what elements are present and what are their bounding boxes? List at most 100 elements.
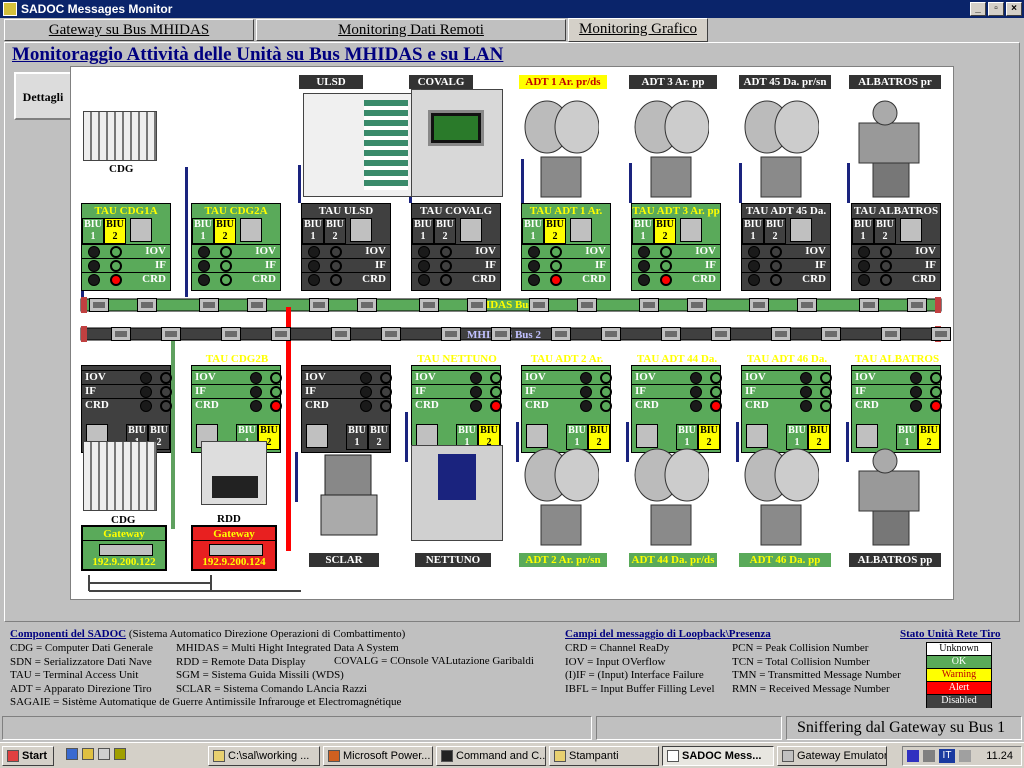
- biu-2[interactable]: BIU 2: [324, 218, 346, 244]
- status-indicator: [690, 386, 702, 398]
- tau-bottom-7[interactable]: TAU ALBATROS IOV IF CRD BIU 1 BIU 2: [851, 353, 942, 453]
- tau-bottom-5[interactable]: TAU ADT 44 Da. IOV IF CRD BIU 1 BIU 2: [631, 353, 722, 453]
- biu-1[interactable]: BIU1: [412, 218, 434, 244]
- device-label-ulsd: ULSD: [299, 75, 363, 89]
- tau-row-iov: IOV: [632, 244, 720, 258]
- bus-connector: [467, 298, 487, 312]
- tau-bottom-4[interactable]: TAU ADT 2 Ar. IOV IF CRD BIU 1 BIU 2: [521, 353, 612, 453]
- network-icon[interactable]: [923, 750, 935, 762]
- bus-connector: [529, 298, 549, 312]
- gateway-1[interactable]: Gateway 192.9.200.122: [81, 525, 167, 571]
- ie-icon[interactable]: [66, 748, 78, 760]
- tau-row-crd: CRD: [632, 398, 722, 412]
- ulsd-device: [303, 93, 415, 197]
- tau-top-7[interactable]: TAU ALBATROS IOV IF CRD BIU 1 BIU 2: [851, 203, 941, 291]
- window-title-bar[interactable]: SADOC Messages Monitor _ ▫ ×: [0, 0, 1024, 18]
- tau-row-if: IF: [632, 384, 722, 398]
- legend-fields-col1: CRD = Channel ReaDy IOV = Input OVerflow…: [565, 642, 715, 695]
- status-alert-indicator: [550, 274, 562, 286]
- taskbar-item-printers[interactable]: Stampanti: [549, 746, 659, 766]
- cdg-bottom-device: [83, 441, 157, 511]
- page-title: Monitoraggio Attività delle Unità su Bus…: [12, 44, 504, 65]
- biu-2[interactable]: BIU 2: [764, 218, 786, 244]
- tau-top-3[interactable]: TAU COVALG IOV IF CRD BIU 1 BIU 2: [411, 203, 501, 291]
- status-pane-1: [2, 716, 592, 740]
- tau-top-0[interactable]: TAU CDG1A IOV IF CRD BIU 1 BIU 2: [81, 203, 171, 291]
- biu-2[interactable]: BIU 2: [104, 218, 126, 244]
- tau-row-iov: IOV: [852, 370, 942, 384]
- close-button[interactable]: ×: [1006, 2, 1022, 16]
- tau-row-crd: CRD: [412, 272, 500, 286]
- biu-2[interactable]: BIU 2: [874, 218, 896, 244]
- tau-network-module: [130, 218, 152, 242]
- biu-1[interactable]: BIU1: [82, 218, 104, 244]
- tau-network-module: [900, 218, 922, 242]
- desktop-icon[interactable]: [98, 748, 110, 760]
- tau-row-iov: IOV: [192, 370, 282, 384]
- app-icon: [3, 2, 17, 16]
- tab-monitoring-graphic[interactable]: Monitoring Grafico: [568, 18, 708, 42]
- minimize-button[interactable]: _: [970, 2, 986, 16]
- tau-network-module: [460, 218, 482, 242]
- tau-bottom-3[interactable]: TAU NETTUNO IOV IF CRD BIU 1 BIU 2: [411, 353, 502, 453]
- status-alert-indicator: [930, 400, 942, 412]
- biu-2[interactable]: BIU 2: [654, 218, 676, 244]
- tab-monitoring-remote[interactable]: Monitoring Dati Remoti: [256, 19, 566, 41]
- tau-row-if: IF: [412, 384, 502, 398]
- status-disabled: Disabled: [927, 695, 991, 708]
- tau-bottom-2[interactable]: TAU SCLAR IOV IF CRD BIU 1 BIU 2: [301, 353, 392, 453]
- biu-2[interactable]: BIU 2: [214, 218, 236, 244]
- tau-label: TAU CDG1A: [94, 205, 158, 217]
- biu-1[interactable]: BIU1: [852, 218, 874, 244]
- biu-1[interactable]: BIU1: [302, 218, 324, 244]
- tau-row-crd: CRD: [412, 398, 502, 412]
- status-indicator: [360, 400, 372, 412]
- biu-2[interactable]: BIU 2: [544, 218, 566, 244]
- tau-top-6[interactable]: TAU ADT 45 Da. IOV IF CRD BIU 1 BIU 2: [741, 203, 831, 291]
- taskbar-item-sadoc[interactable]: SADOC Mess...: [662, 746, 774, 766]
- maximize-button[interactable]: ▫: [988, 2, 1004, 16]
- bus-connector: [111, 327, 131, 341]
- gateway-2[interactable]: Gateway 192.9.200.124: [191, 525, 277, 571]
- speaker-icon[interactable]: [959, 750, 971, 762]
- taskbar-item-powerpoint[interactable]: Microsoft Power...: [323, 746, 433, 766]
- taskbar-item-command[interactable]: Command and C...: [436, 746, 546, 766]
- biu-2[interactable]: BIU 2: [434, 218, 456, 244]
- tau-network-module: [306, 424, 328, 448]
- status-indicator: [160, 386, 172, 398]
- adt2-radar-icon: [523, 441, 600, 561]
- tau-bottom-0[interactable]: TAU CDG1BIOVIFCRDBIU1BIU2: [81, 353, 172, 453]
- tau-row-iov: IOV: [412, 244, 500, 258]
- tau-top-1[interactable]: TAU CDG2A IOV IF CRD BIU 1 BIU 2: [191, 203, 281, 291]
- tau-row-iov: IOV: [302, 244, 390, 258]
- tau-bottom-6[interactable]: TAU ADT 46 Da. IOV IF CRD BIU 1 BIU 2: [741, 353, 832, 453]
- biu-1[interactable]: BIU1: [522, 218, 544, 244]
- bus-connector: [711, 327, 731, 341]
- bus-connector: [221, 327, 241, 341]
- tau-top-2[interactable]: TAU ULSD IOV IF CRD BIU 1 BIU 2: [301, 203, 391, 291]
- biu-1[interactable]: BIU1: [192, 218, 214, 244]
- bus-connector: [491, 327, 511, 341]
- details-button[interactable]: Dettagli: [14, 72, 72, 120]
- tau-top-5[interactable]: TAU ADT 3 Ar. pp IOV IF CRD BIU 1 BIU 2: [631, 203, 721, 291]
- antivirus-icon[interactable]: [907, 750, 919, 762]
- tau-row-if: IF: [82, 258, 170, 272]
- biu-2[interactable]: BIU 2: [368, 424, 390, 450]
- tau-row-iov: IOV: [302, 370, 392, 384]
- tau-bottom-1[interactable]: TAU CDG2BIOVIFCRDBIU1BIU2: [191, 353, 282, 453]
- status-indicator: [490, 386, 502, 398]
- status-indicator: [880, 246, 892, 258]
- biu-1[interactable]: BIU1: [632, 218, 654, 244]
- taskbar-item-gateway-emulator[interactable]: Gateway Emulator: [777, 746, 887, 766]
- start-button[interactable]: Start: [2, 746, 54, 766]
- tool-icon[interactable]: [114, 748, 126, 760]
- biu-1[interactable]: BIU1: [346, 424, 368, 450]
- language-indicator[interactable]: IT: [939, 749, 955, 763]
- taskbar-item-explorer[interactable]: C:\sal\working ...: [208, 746, 320, 766]
- tau-top-4[interactable]: TAU ADT 1 Ar. IOV IF CRD BIU 1 BIU 2: [521, 203, 611, 291]
- biu-1[interactable]: BIU1: [742, 218, 764, 244]
- outlook-icon[interactable]: [82, 748, 94, 760]
- tab-gateway[interactable]: Gateway su Bus MHIDAS: [4, 19, 254, 41]
- tau-label: TAU ADT 1 Ar.: [529, 205, 603, 217]
- device-label-adt45: ADT 45 Da. pr/sn: [739, 75, 831, 89]
